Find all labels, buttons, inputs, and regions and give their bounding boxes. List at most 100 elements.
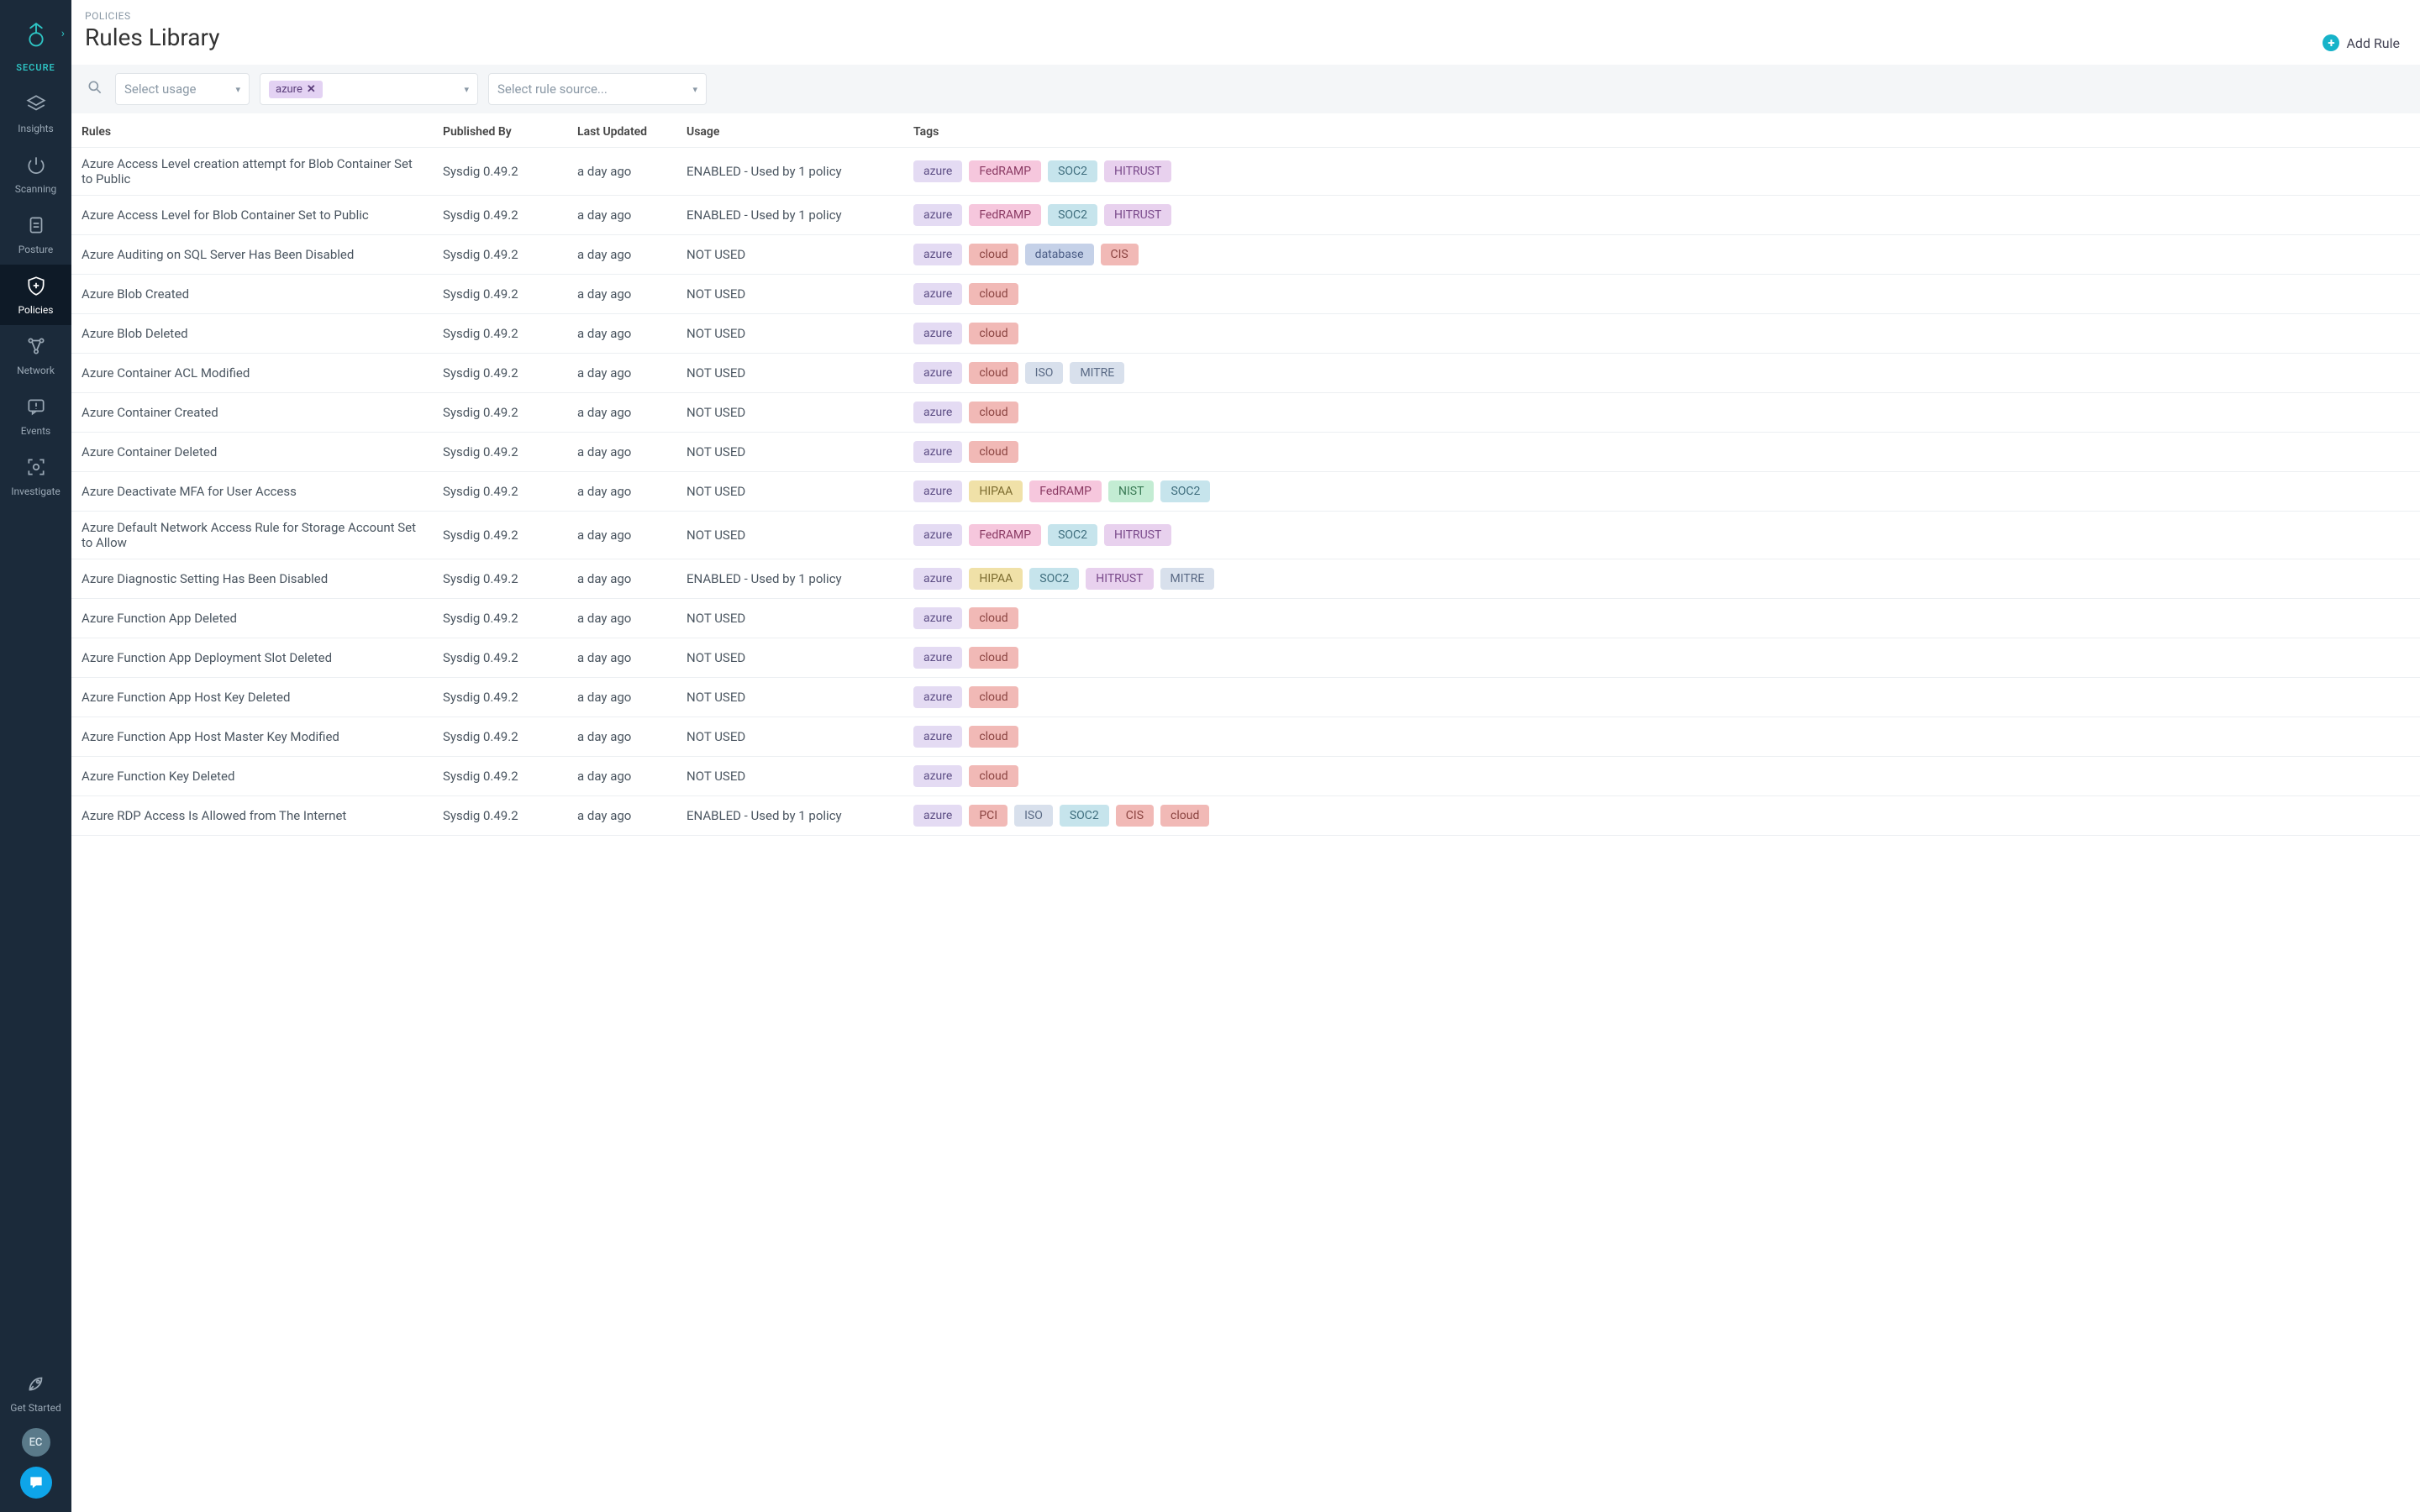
table-row[interactable]: Azure Diagnostic Setting Has Been Disabl… [71,559,2420,599]
tag-badge[interactable]: azure [913,441,962,463]
table-row[interactable]: Azure Blob DeletedSysdig 0.49.2a day ago… [71,314,2420,354]
tag-badge[interactable]: SOC2 [1160,480,1210,502]
select-rule-source[interactable]: Select rule source... ▾ [488,73,707,105]
rule-name-cell[interactable]: Azure Container Created [82,405,443,420]
rule-name-cell[interactable]: Azure Blob Created [82,286,443,302]
tag-badge[interactable]: CIS [1116,805,1154,827]
table-row[interactable]: Azure Function Key DeletedSysdig 0.49.2a… [71,757,2420,796]
expand-sidebar-icon[interactable]: › [61,27,65,40]
tag-badge[interactable]: azure [913,283,962,305]
tag-badge[interactable]: azure [913,402,962,423]
tag-badge[interactable]: ISO [1014,805,1053,827]
tag-badge[interactable]: azure [913,160,962,182]
tag-badge[interactable]: cloud [969,686,1018,708]
tag-badge[interactable]: cloud [969,283,1018,305]
tag-badge[interactable]: PCI [969,805,1007,827]
tag-badge[interactable]: cloud [969,607,1018,629]
user-avatar[interactable]: EC [22,1428,50,1457]
tag-badge[interactable]: HIPAA [969,480,1023,502]
tag-badge[interactable]: azure [913,323,962,344]
tag-badge[interactable]: cloud [969,441,1018,463]
tag-badge[interactable]: cloud [969,362,1018,384]
rule-name-cell[interactable]: Azure Function Key Deleted [82,769,443,784]
table-row[interactable]: Azure Access Level for Blob Container Se… [71,196,2420,235]
tag-badge[interactable]: cloud [969,647,1018,669]
table-row[interactable]: Azure Auditing on SQL Server Has Been Di… [71,235,2420,275]
tag-badge[interactable]: azure [913,805,962,827]
rule-name-cell[interactable]: Azure RDP Access Is Allowed from The Int… [82,808,443,823]
sidebar-item-get-started[interactable]: Get Started [10,1368,60,1418]
tag-badge[interactable]: azure [913,568,962,590]
rule-name-cell[interactable]: Azure Function App Host Master Key Modif… [82,729,443,744]
tag-badge[interactable]: NIST [1108,480,1154,502]
tag-badge[interactable]: azure [913,524,962,546]
sidebar-item-insights[interactable]: Insights [0,83,71,144]
sidebar-item-investigate[interactable]: Investigate [0,446,71,507]
tag-badge[interactable]: azure [913,686,962,708]
table-row[interactable]: Azure Container ACL ModifiedSysdig 0.49.… [71,354,2420,393]
rule-name-cell[interactable]: Azure Function App Deployment Slot Delet… [82,650,443,665]
rule-name-cell[interactable]: Azure Function App Host Key Deleted [82,690,443,705]
tag-badge[interactable]: azure [913,204,962,226]
tag-badge[interactable]: HITRUST [1104,204,1171,226]
chip-remove-icon[interactable]: ✕ [307,83,316,96]
tag-badge[interactable]: SOC2 [1048,204,1097,226]
col-header-updated[interactable]: Last Updated [577,125,687,139]
tag-badge[interactable]: ISO [1025,362,1064,384]
rule-name-cell[interactable]: Azure Default Network Access Rule for St… [82,520,443,550]
tag-badge[interactable]: azure [913,607,962,629]
tag-badge[interactable]: CIS [1101,244,1139,265]
tag-badge[interactable]: HITRUST [1104,160,1171,182]
tag-badge[interactable]: cloud [969,726,1018,748]
tag-badge[interactable]: azure [913,647,962,669]
select-usage[interactable]: Select usage ▾ [115,73,250,105]
tag-badge[interactable]: database [1025,244,1094,265]
rule-name-cell[interactable]: Azure Access Level creation attempt for … [82,156,443,186]
tag-badge[interactable]: SOC2 [1048,160,1097,182]
tag-badge[interactable]: azure [913,362,962,384]
tag-badge[interactable]: azure [913,480,962,502]
search-icon[interactable] [85,79,105,100]
add-rule-button[interactable]: + Add Rule [2323,34,2400,51]
help-chat-button[interactable] [20,1467,52,1499]
tag-badge[interactable]: MITRE [1160,568,1215,590]
rule-name-cell[interactable]: Azure Diagnostic Setting Has Been Disabl… [82,571,443,586]
tag-badge[interactable]: azure [913,765,962,787]
tag-badge[interactable]: SOC2 [1060,805,1109,827]
table-row[interactable]: Azure Container CreatedSysdig 0.49.2a da… [71,393,2420,433]
sidebar-item-network[interactable]: Network [0,325,71,386]
table-row[interactable]: Azure RDP Access Is Allowed from The Int… [71,796,2420,836]
sidebar-item-events[interactable]: Events [0,386,71,446]
sidebar-item-scanning[interactable]: Scanning [0,144,71,204]
select-tags[interactable]: azure ✕ ▾ [260,73,478,105]
col-header-rules[interactable]: Rules [82,125,443,139]
tag-badge[interactable]: cloud [969,402,1018,423]
tag-badge[interactable]: FedRAMP [969,160,1041,182]
table-row[interactable]: Azure Default Network Access Rule for St… [71,512,2420,559]
table-row[interactable]: Azure Deactivate MFA for User AccessSysd… [71,472,2420,512]
rule-name-cell[interactable]: Azure Auditing on SQL Server Has Been Di… [82,247,443,262]
table-row[interactable]: Azure Container DeletedSysdig 0.49.2a da… [71,433,2420,472]
tag-badge[interactable]: azure [913,726,962,748]
rules-table[interactable]: Rules Published By Last Updated Usage Ta… [71,113,2420,1512]
tag-badge[interactable]: HITRUST [1086,568,1153,590]
table-row[interactable]: Azure Blob CreatedSysdig 0.49.2a day ago… [71,275,2420,314]
tag-badge[interactable]: azure [913,244,962,265]
table-row[interactable]: Azure Function App Host Key DeletedSysdi… [71,678,2420,717]
rule-name-cell[interactable]: Azure Container ACL Modified [82,365,443,381]
rule-name-cell[interactable]: Azure Blob Deleted [82,326,443,341]
sidebar-item-posture[interactable]: Posture [0,204,71,265]
table-row[interactable]: Azure Access Level creation attempt for … [71,148,2420,196]
tag-badge[interactable]: MITRE [1070,362,1124,384]
rule-name-cell[interactable]: Azure Deactivate MFA for User Access [82,484,443,499]
tag-badge[interactable]: cloud [1160,805,1209,827]
rule-name-cell[interactable]: Azure Container Deleted [82,444,443,459]
tag-badge[interactable]: HITRUST [1104,524,1171,546]
col-header-tags[interactable]: Tags [913,125,2407,139]
table-row[interactable]: Azure Function App Host Master Key Modif… [71,717,2420,757]
tag-badge[interactable]: SOC2 [1029,568,1079,590]
table-row[interactable]: Azure Function App DeletedSysdig 0.49.2a… [71,599,2420,638]
tag-badge[interactable]: FedRAMP [969,524,1041,546]
tag-badge[interactable]: FedRAMP [969,204,1041,226]
table-row[interactable]: Azure Function App Deployment Slot Delet… [71,638,2420,678]
